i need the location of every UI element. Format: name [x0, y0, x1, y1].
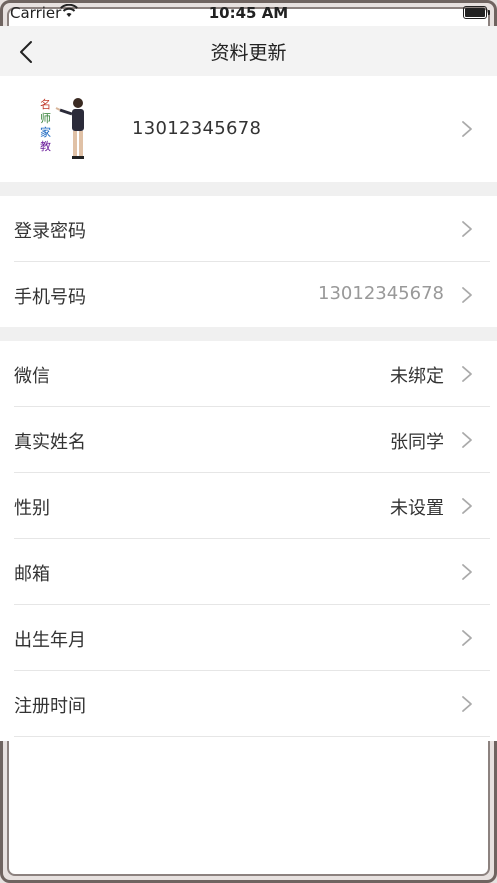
row-label: 邮箱: [14, 564, 50, 585]
row-value: 张同学: [390, 432, 444, 453]
battery-icon: [463, 6, 490, 19]
svg-text:名: 名: [40, 97, 51, 111]
row-label: 手机号码: [14, 287, 86, 308]
svg-text:家: 家: [40, 125, 51, 139]
profile-phone: 13012345678: [132, 118, 262, 139]
row-label: 真实姓名: [14, 432, 86, 453]
page-title: 资料更新: [210, 42, 287, 64]
svg-text:师: 师: [40, 112, 51, 125]
row-value: 未设置: [390, 498, 444, 519]
row-phone-number[interactable]: 手机号码 13012345678: [0, 262, 497, 328]
info-section: 微信 未绑定 真实姓名 张同学 性别 未设置 邮箱 出生年月 注册时间: [0, 341, 497, 741]
chevron-right-icon: [462, 287, 472, 303]
row-real-name[interactable]: 真实姓名 张同学: [0, 407, 497, 473]
avatar[interactable]: 名 师 家 教: [34, 94, 96, 164]
chevron-right-icon: [462, 564, 472, 580]
row-value: 13012345678: [318, 283, 444, 304]
section-divider: [0, 182, 497, 196]
chevron-right-icon: [462, 121, 472, 137]
section-divider: [0, 327, 497, 341]
chevron-right-icon: [462, 630, 472, 646]
status-time: 10:45 AM: [208, 4, 289, 22]
row-gender[interactable]: 性别 未设置: [0, 473, 497, 539]
row-label: 微信: [14, 366, 50, 387]
row-wechat[interactable]: 微信 未绑定: [0, 341, 497, 407]
row-label: 登录密码: [14, 221, 86, 242]
profile-row[interactable]: 名 师 家 教 13012345678: [0, 76, 497, 182]
chevron-right-icon: [462, 366, 472, 382]
navigation-bar: 资料更新: [0, 26, 497, 76]
row-divider: [14, 736, 490, 737]
status-bar: Carrier 10:45 AM: [0, 0, 497, 26]
row-label: 性别: [14, 498, 50, 519]
row-label: 出生年月: [14, 630, 86, 651]
row-value: 未绑定: [390, 366, 444, 387]
row-login-password[interactable]: 登录密码: [0, 196, 497, 262]
account-section: 登录密码 手机号码 13012345678: [0, 196, 497, 327]
row-register-time[interactable]: 注册时间: [0, 671, 497, 737]
row-label: 注册时间: [14, 696, 86, 717]
chevron-right-icon: [462, 696, 472, 712]
chevron-right-icon: [462, 221, 472, 237]
svg-text:教: 教: [40, 140, 51, 153]
row-email[interactable]: 邮箱: [0, 539, 497, 605]
row-birth-month[interactable]: 出生年月: [0, 605, 497, 671]
chevron-right-icon: [462, 498, 472, 514]
chevron-right-icon: [462, 432, 472, 448]
